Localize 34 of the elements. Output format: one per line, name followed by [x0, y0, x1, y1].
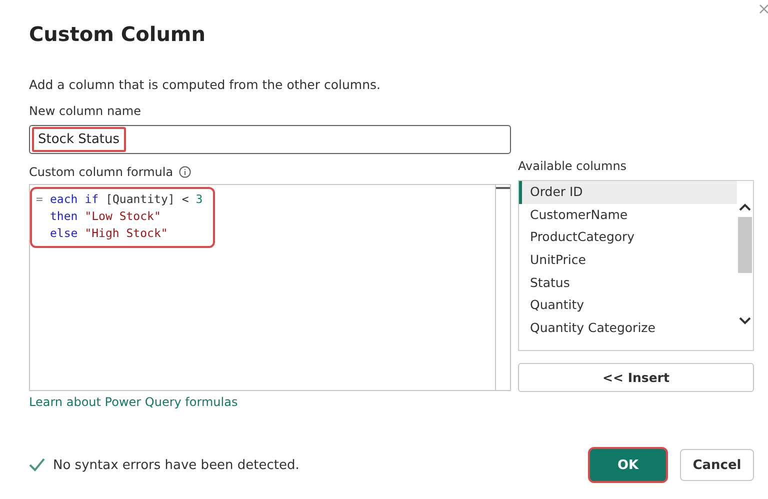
column-list-item[interactable]: Order ID [519, 181, 737, 204]
insert-button[interactable]: << Insert [518, 363, 754, 392]
learn-link[interactable]: Learn about Power Query formulas [29, 395, 511, 411]
code-token: "Low Stock" [84, 208, 161, 225]
column-list-item[interactable]: Quantity Categorize [519, 317, 737, 340]
list-label: Available columns [518, 159, 627, 173]
code-token: [Quantity] [106, 191, 175, 208]
scroll-down-icon[interactable] [739, 317, 751, 325]
dialog-button[interactable]: OK [590, 449, 666, 481]
status-message: No syntax errors have been detected. [53, 458, 300, 472]
dialog-title: Custom Column [29, 22, 207, 48]
formula-editor[interactable]: = each if [Quantity] < 3 then "Low Stock" else "High Stock" [29, 184, 511, 391]
field-label: New column name [29, 104, 142, 118]
column-list-item[interactable]: ProductCategory [519, 226, 737, 250]
column-list-item[interactable]: Status [519, 272, 737, 294]
code-token: else [50, 225, 78, 242]
code-token: then [50, 208, 78, 225]
scrollbar-thumb[interactable] [738, 217, 752, 273]
column-list-item[interactable]: CustomerName [519, 204, 737, 226]
column-list-item[interactable]: Quantity [519, 294, 737, 318]
code-token: < [182, 191, 189, 208]
dialog-description: Add a column that is computed from the other columns. [29, 77, 382, 94]
scroll-up-icon[interactable] [739, 203, 751, 211]
code-token: each [50, 191, 78, 208]
column-list-item[interactable]: UnitPrice [519, 249, 737, 272]
dialog-button[interactable]: Cancel [680, 449, 754, 481]
column-name-field[interactable]: Stock Status [29, 125, 511, 154]
formula-prefix: = [36, 191, 43, 208]
code-token: if [84, 191, 99, 208]
field-label: Custom column formula [29, 165, 174, 179]
code-token: 3 [196, 191, 203, 208]
scrollbar-thumb[interactable] [496, 187, 510, 189]
code-token: "High Stock" [84, 225, 168, 242]
info-icon[interactable] [179, 166, 192, 178]
